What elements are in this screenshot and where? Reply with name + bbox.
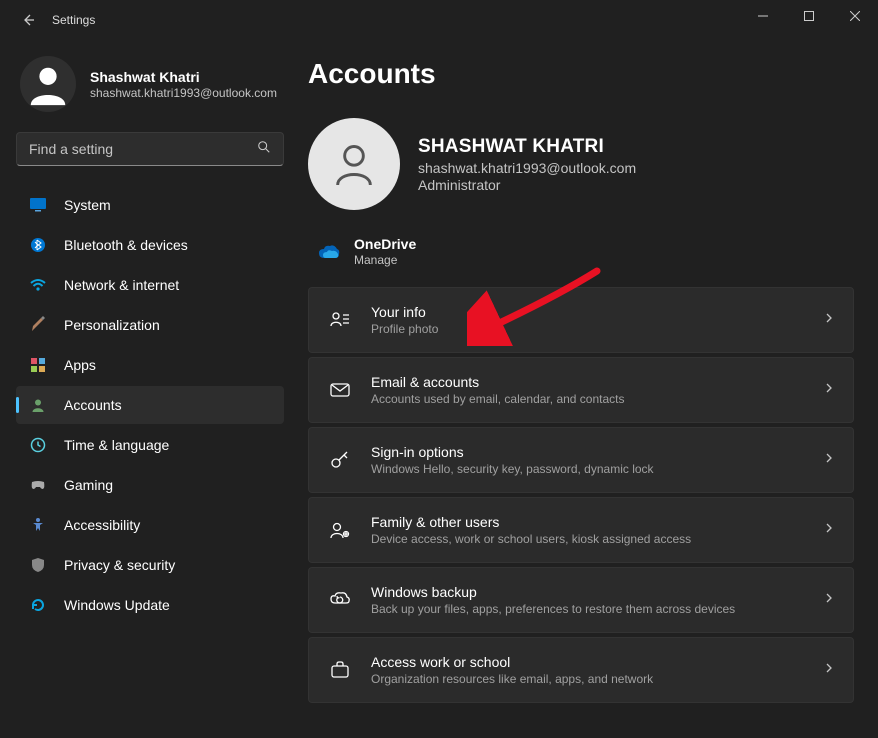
card-email-accounts[interactable]: Email & accounts Accounts used by email,… [308, 357, 854, 423]
card-title: Access work or school [371, 654, 823, 670]
chevron-right-icon [823, 661, 835, 679]
window-controls [740, 0, 878, 32]
sidebar-item-label: Bluetooth & devices [64, 237, 188, 253]
apps-icon [28, 355, 48, 375]
card-family-users[interactable]: Family & other users Device access, work… [308, 497, 854, 563]
person-icon [326, 136, 382, 192]
card-title: Email & accounts [371, 374, 823, 390]
close-icon [850, 11, 860, 21]
card-work-school[interactable]: Access work or school Organization resou… [308, 637, 854, 703]
maximize-icon [804, 11, 814, 21]
maximize-button[interactable] [786, 0, 832, 32]
back-button[interactable] [8, 0, 48, 40]
briefcase-icon [327, 657, 353, 683]
sidebar: Shashwat Khatri shashwat.khatri1993@outl… [0, 40, 300, 738]
sidebar-item-label: Windows Update [64, 597, 170, 613]
card-title: Family & other users [371, 514, 823, 530]
sidebar-item-time[interactable]: Time & language [16, 426, 284, 464]
person-icon [25, 61, 71, 107]
search-input[interactable] [29, 141, 251, 157]
mail-icon [327, 377, 353, 403]
chevron-right-icon [823, 311, 835, 329]
account-hero: SHASHWAT KHATRI shashwat.khatri1993@outl… [308, 118, 854, 210]
avatar [20, 56, 76, 112]
wifi-icon [28, 275, 48, 295]
gaming-icon [28, 475, 48, 495]
avatar-large [308, 118, 400, 210]
close-button[interactable] [832, 0, 878, 32]
bluetooth-icon [28, 235, 48, 255]
your-info-icon [327, 307, 353, 333]
sidebar-item-label: Personalization [64, 317, 160, 333]
titlebar: Settings [0, 0, 878, 40]
chevron-right-icon [823, 451, 835, 469]
nav-list: System Bluetooth & devices Network & int… [16, 186, 284, 624]
sidebar-item-accessibility[interactable]: Accessibility [16, 506, 284, 544]
onedrive-title: OneDrive [354, 236, 416, 252]
account-role: Administrator [418, 177, 636, 193]
card-sub: Back up your files, apps, preferences to… [371, 602, 823, 616]
sidebar-item-gaming[interactable]: Gaming [16, 466, 284, 504]
shield-icon [28, 555, 48, 575]
search-icon [257, 140, 271, 159]
card-sub: Profile photo [371, 322, 823, 336]
card-title: Your info [371, 304, 823, 320]
chevron-right-icon [823, 381, 835, 399]
sidebar-item-bluetooth[interactable]: Bluetooth & devices [16, 226, 284, 264]
sidebar-item-network[interactable]: Network & internet [16, 266, 284, 304]
card-sub: Windows Hello, security key, password, d… [371, 462, 823, 476]
chevron-right-icon [823, 591, 835, 609]
card-sub: Accounts used by email, calendar, and co… [371, 392, 823, 406]
accessibility-icon [28, 515, 48, 535]
card-title: Windows backup [371, 584, 823, 600]
sidebar-item-label: Privacy & security [64, 557, 175, 573]
clock-icon [28, 435, 48, 455]
sidebar-item-personalization[interactable]: Personalization [16, 306, 284, 344]
page-title: Accounts [308, 58, 854, 90]
window-title: Settings [52, 13, 95, 27]
card-windows-backup[interactable]: Windows backup Back up your files, apps,… [308, 567, 854, 633]
cloud-icon [318, 241, 340, 263]
account-info: SHASHWAT KHATRI shashwat.khatri1993@outl… [418, 136, 636, 193]
sidebar-item-privacy[interactable]: Privacy & security [16, 546, 284, 584]
user-texts: Shashwat Khatri shashwat.khatri1993@outl… [90, 69, 277, 100]
user-email: shashwat.khatri1993@outlook.com [90, 86, 277, 100]
accounts-icon [28, 395, 48, 415]
card-sub: Organization resources like email, apps,… [371, 672, 823, 686]
card-title: Sign-in options [371, 444, 823, 460]
sidebar-item-label: Time & language [64, 437, 169, 453]
sidebar-item-label: Network & internet [64, 277, 179, 293]
family-icon [327, 517, 353, 543]
chevron-right-icon [823, 521, 835, 539]
user-section[interactable]: Shashwat Khatri shashwat.khatri1993@outl… [16, 56, 284, 112]
search-box[interactable] [16, 132, 284, 166]
paintbrush-icon [28, 315, 48, 335]
card-sub: Device access, work or school users, kio… [371, 532, 823, 546]
sidebar-item-label: Accessibility [64, 517, 140, 533]
display-icon [28, 195, 48, 215]
card-signin-options[interactable]: Sign-in options Windows Hello, security … [308, 427, 854, 493]
account-name: SHASHWAT KHATRI [418, 136, 636, 158]
card-your-info[interactable]: Your info Profile photo [308, 287, 854, 353]
account-email: shashwat.khatri1993@outlook.com [418, 160, 636, 176]
sidebar-item-label: Accounts [64, 397, 122, 413]
user-name: Shashwat Khatri [90, 69, 277, 85]
minimize-button[interactable] [740, 0, 786, 32]
sidebar-item-label: System [64, 197, 111, 213]
sidebar-item-update[interactable]: Windows Update [16, 586, 284, 624]
sidebar-item-label: Gaming [64, 477, 113, 493]
back-arrow-icon [20, 12, 36, 28]
sidebar-item-apps[interactable]: Apps [16, 346, 284, 384]
onedrive-texts: OneDrive Manage [354, 236, 416, 267]
sidebar-item-accounts[interactable]: Accounts [16, 386, 284, 424]
main-content: Accounts SHASHWAT KHATRI shashwat.khatri… [300, 40, 878, 738]
update-icon [28, 595, 48, 615]
sidebar-item-label: Apps [64, 357, 96, 373]
sidebar-item-system[interactable]: System [16, 186, 284, 224]
backup-icon [327, 587, 353, 613]
key-icon [327, 447, 353, 473]
minimize-icon [758, 11, 768, 21]
onedrive-sub: Manage [354, 253, 416, 267]
onedrive-row[interactable]: OneDrive Manage [308, 230, 854, 287]
